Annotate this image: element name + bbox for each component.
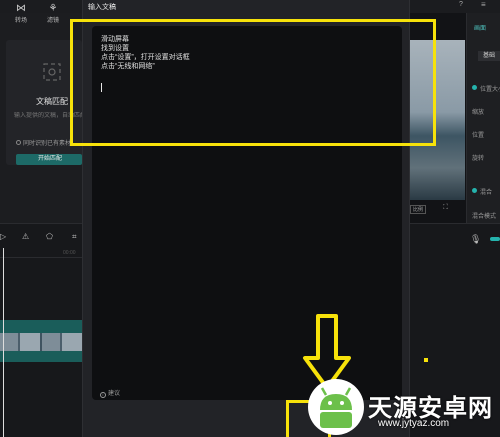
split-icon[interactable]: ⚠ [22,232,29,241]
recognize-existing-label: 同时识别已有素材 [23,141,72,147]
crop-icon[interactable]: ⌗ [72,232,77,242]
position-size-toggle[interactable] [472,85,477,90]
scale-label: 缩放 [472,110,485,116]
basic-button[interactable]: 基础 [478,51,500,61]
video-track-thumbnails [0,333,82,351]
tab-canvas[interactable]: 画面 [474,23,486,32]
script-match-title: 文稿匹配 [36,97,68,106]
tool-transition-label: 转场 [14,18,27,24]
timeline-tick: 00:00 [63,250,76,256]
timeline-toggle[interactable] [490,237,500,241]
screen: ? ≡ ⋈ 转场 ⚘ 滤镜 文稿匹配 输入提供的文稿，自动匹配素材 同时识别已有… [0,0,500,437]
fullscreen-icon[interactable]: ⛶ [443,204,448,212]
shape-icon[interactable]: ⬠ [46,232,53,241]
blend-mode-label: 混合模式 [472,214,497,220]
tool-filter[interactable]: ⚘ 滤镜 [38,3,68,24]
android-logo-icon [308,379,364,435]
blend-toggle[interactable] [472,188,477,193]
script-match-icon [43,63,61,81]
highlight-box [70,19,436,146]
info-icon: i [100,392,106,398]
playhead[interactable] [3,248,4,437]
blend-label: 混合 [480,190,493,196]
transition-icon: ⋈ [16,3,26,14]
suggestion-hint[interactable]: i 建议 [100,388,120,398]
yellow-marker [424,358,428,362]
recognize-existing-checkbox[interactable]: 同时识别已有素材 [16,138,71,147]
ratio-button[interactable]: 比例 [410,205,427,214]
watermark-url: www.jytyaz.com [378,418,450,429]
start-match-button[interactable]: 开始匹配 [16,154,82,165]
help-icon[interactable]: ? [459,1,463,8]
filter-icon: ⚘ [48,3,58,14]
rotate-label: 旋转 [472,156,485,162]
tool-transition[interactable]: ⋈ 转场 [6,3,36,24]
position-label: 位置 [472,133,485,139]
microphone-icon[interactable]: 🎙 [470,234,481,245]
play-icon[interactable]: ▷ [0,232,6,241]
menu-icon[interactable]: ≡ [481,0,486,9]
position-size-label: 位置大小 [480,87,500,93]
dialog-title: 输入文稿 [88,4,116,11]
tool-filter-label: 滤镜 [46,18,59,24]
suggestion-label: 建议 [108,391,121,397]
